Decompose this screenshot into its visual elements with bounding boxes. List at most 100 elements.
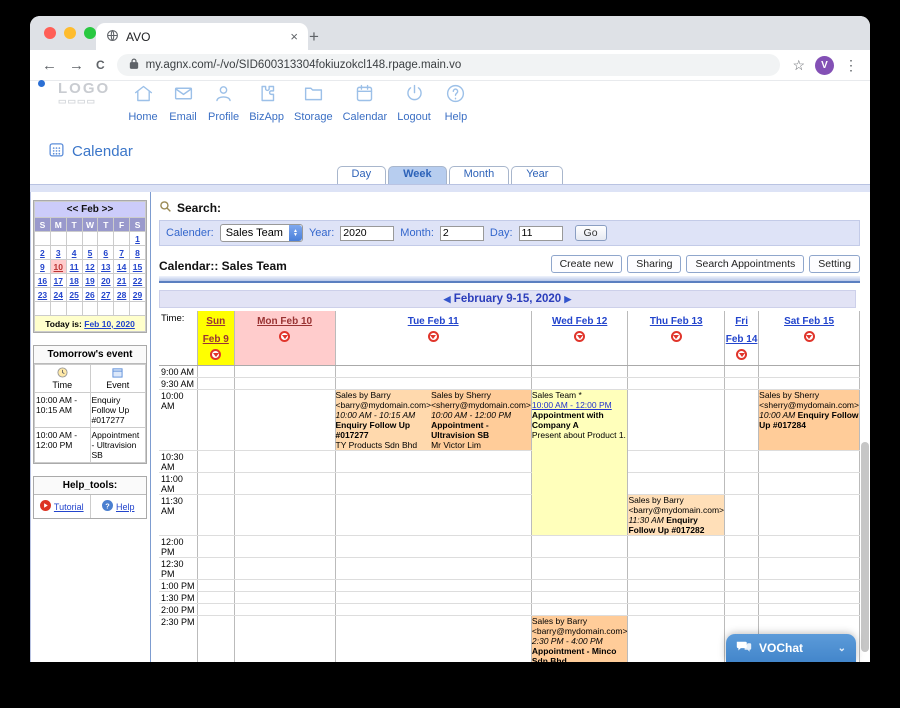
- nav-item-help[interactable]: Help: [441, 83, 471, 123]
- time-slot-fri-0[interactable]: [725, 366, 759, 378]
- tab-day[interactable]: Day: [337, 166, 387, 184]
- time-slot-mon-2[interactable]: [234, 390, 335, 451]
- time-slot-sun-1[interactable]: [197, 378, 234, 390]
- add-appointment-icon[interactable]: [574, 331, 585, 342]
- mini-day-5[interactable]: 5: [82, 246, 98, 260]
- time-slot-mon-9[interactable]: [234, 592, 335, 604]
- nav-item-logout[interactable]: Logout: [397, 83, 431, 123]
- add-appointment-icon[interactable]: [671, 331, 682, 342]
- time-slot-sun-9[interactable]: [197, 592, 234, 604]
- address-field[interactable]: my.agnx.com/-/vo/SID600313304fokiuzokcl1…: [117, 54, 781, 76]
- vochat-button[interactable]: VOChat ⌄: [726, 634, 856, 662]
- time-slot-mon-5[interactable]: [234, 495, 335, 536]
- time-slot-wed-1[interactable]: [531, 378, 628, 390]
- time-slot-fri-2[interactable]: [725, 390, 759, 451]
- time-slot-wed-7[interactable]: [531, 558, 628, 580]
- time-slot-sat-7[interactable]: [759, 558, 860, 580]
- day-link-tue[interactable]: Tue Feb 11: [408, 316, 459, 327]
- time-slot-mon-7[interactable]: [234, 558, 335, 580]
- mini-day-4[interactable]: 4: [66, 246, 82, 260]
- time-slot-sun-7[interactable]: [197, 558, 234, 580]
- mini-day-24[interactable]: 24: [50, 288, 66, 302]
- time-slot-thu-9[interactable]: [628, 592, 725, 604]
- time-slot-wed-9[interactable]: [531, 592, 628, 604]
- go-button[interactable]: Go: [575, 225, 607, 241]
- nav-item-bizapp[interactable]: BizApp: [249, 83, 284, 123]
- day-input[interactable]: [519, 226, 563, 241]
- day-link-sat[interactable]: Sat Feb 15: [784, 316, 834, 327]
- time-slot-tue-b-3[interactable]: [431, 451, 531, 473]
- time-slot-sat-8[interactable]: [759, 580, 860, 592]
- time-slot-fri-4[interactable]: [725, 473, 759, 495]
- add-appointment-icon[interactable]: [210, 349, 221, 360]
- add-appointment-icon[interactable]: [279, 331, 290, 342]
- time-slot-sun-6[interactable]: [197, 536, 234, 558]
- nav-item-storage[interactable]: Storage: [294, 83, 333, 123]
- new-tab-button[interactable]: +: [302, 27, 326, 47]
- time-slot-tue-a-9[interactable]: [335, 592, 431, 604]
- time-slot-mon-3[interactable]: [234, 451, 335, 473]
- time-slot-tue-b-9[interactable]: [431, 592, 531, 604]
- time-slot-tue-a-10[interactable]: [335, 604, 431, 616]
- sharing-button[interactable]: Sharing: [627, 255, 681, 273]
- time-slot-tue-a-11[interactable]: [335, 616, 431, 663]
- time-slot-mon-8[interactable]: [234, 580, 335, 592]
- time-slot-thu-11[interactable]: [628, 616, 725, 663]
- time-slot-sun-5[interactable]: [197, 495, 234, 536]
- event-tue-a-2[interactable]: Sales by Barry<barry@mydomain.com>10:00 …: [335, 390, 431, 451]
- day-link-sun[interactable]: Sun Feb 9: [203, 316, 229, 345]
- time-slot-tue-b-8[interactable]: [431, 580, 531, 592]
- tab-year[interactable]: Year: [511, 166, 563, 184]
- mini-next-month[interactable]: >>: [102, 204, 114, 215]
- mini-day-28[interactable]: 28: [114, 288, 130, 302]
- time-slot-tue-b-5[interactable]: [431, 495, 531, 536]
- time-slot-tue-a-4[interactable]: [335, 473, 431, 495]
- help-link-cell[interactable]: ? Help: [90, 495, 147, 518]
- time-slot-mon-4[interactable]: [234, 473, 335, 495]
- time-slot-wed-10[interactable]: [531, 604, 628, 616]
- time-slot-tue-b-4[interactable]: [431, 473, 531, 495]
- time-slot-tue-a-7[interactable]: [335, 558, 431, 580]
- calendar-select[interactable]: Sales Team ▲▼: [220, 224, 303, 242]
- time-slot-thu-1[interactable]: [628, 378, 725, 390]
- mini-day-25[interactable]: 25: [66, 288, 82, 302]
- minimize-window-button[interactable]: [64, 27, 76, 39]
- mini-day-26[interactable]: 26: [82, 288, 98, 302]
- mini-day-16[interactable]: 16: [35, 274, 51, 288]
- close-window-button[interactable]: [44, 27, 56, 39]
- time-slot-sun-10[interactable]: [197, 604, 234, 616]
- time-slot-thu-3[interactable]: [628, 451, 725, 473]
- nav-item-home[interactable]: Home: [128, 83, 158, 123]
- mini-day-18[interactable]: 18: [66, 274, 82, 288]
- time-slot-sat-9[interactable]: [759, 592, 860, 604]
- time-slot-wed-6[interactable]: [531, 536, 628, 558]
- time-slot-tue-b-7[interactable]: [431, 558, 531, 580]
- time-slot-tue-a-5[interactable]: [335, 495, 431, 536]
- next-week-icon[interactable]: ▶: [564, 294, 571, 304]
- event-wed-2[interactable]: Sales Team *10:00 AM - 12:00 PM Appointm…: [531, 390, 628, 536]
- nav-item-calendar[interactable]: Calendar: [343, 83, 388, 123]
- forward-button[interactable]: →: [69, 58, 84, 73]
- mini-day-6[interactable]: 6: [98, 246, 114, 260]
- mini-day-21[interactable]: 21: [114, 274, 130, 288]
- time-slot-mon-1[interactable]: [234, 378, 335, 390]
- time-slot-tue-a-6[interactable]: [335, 536, 431, 558]
- event-thu-5[interactable]: Sales by Barry<barry@mydomain.com>11:30 …: [628, 495, 725, 536]
- mini-day-8[interactable]: 8: [130, 246, 146, 260]
- time-slot-wed-8[interactable]: [531, 580, 628, 592]
- mini-day-22[interactable]: 22: [130, 274, 146, 288]
- mini-day-20[interactable]: 20: [98, 274, 114, 288]
- event-tue-b-2[interactable]: Sales by Sherry<sherry@mydomain.com>10:0…: [431, 390, 531, 451]
- day-link-fri[interactable]: Fri Feb 14: [726, 316, 758, 345]
- time-slot-thu-8[interactable]: [628, 580, 725, 592]
- mini-day-12[interactable]: 12: [82, 260, 98, 274]
- tab-week[interactable]: Week: [388, 166, 447, 184]
- scrollbar-thumb[interactable]: [861, 442, 869, 652]
- time-slot-sat-0[interactable]: [759, 366, 860, 378]
- mini-day-2[interactable]: 2: [35, 246, 51, 260]
- setting-button[interactable]: Setting: [809, 255, 860, 273]
- zoom-window-button[interactable]: [84, 27, 96, 39]
- prev-week-icon[interactable]: ◀: [444, 294, 451, 304]
- time-slot-wed-0[interactable]: [531, 366, 628, 378]
- time-slot-fri-8[interactable]: [725, 580, 759, 592]
